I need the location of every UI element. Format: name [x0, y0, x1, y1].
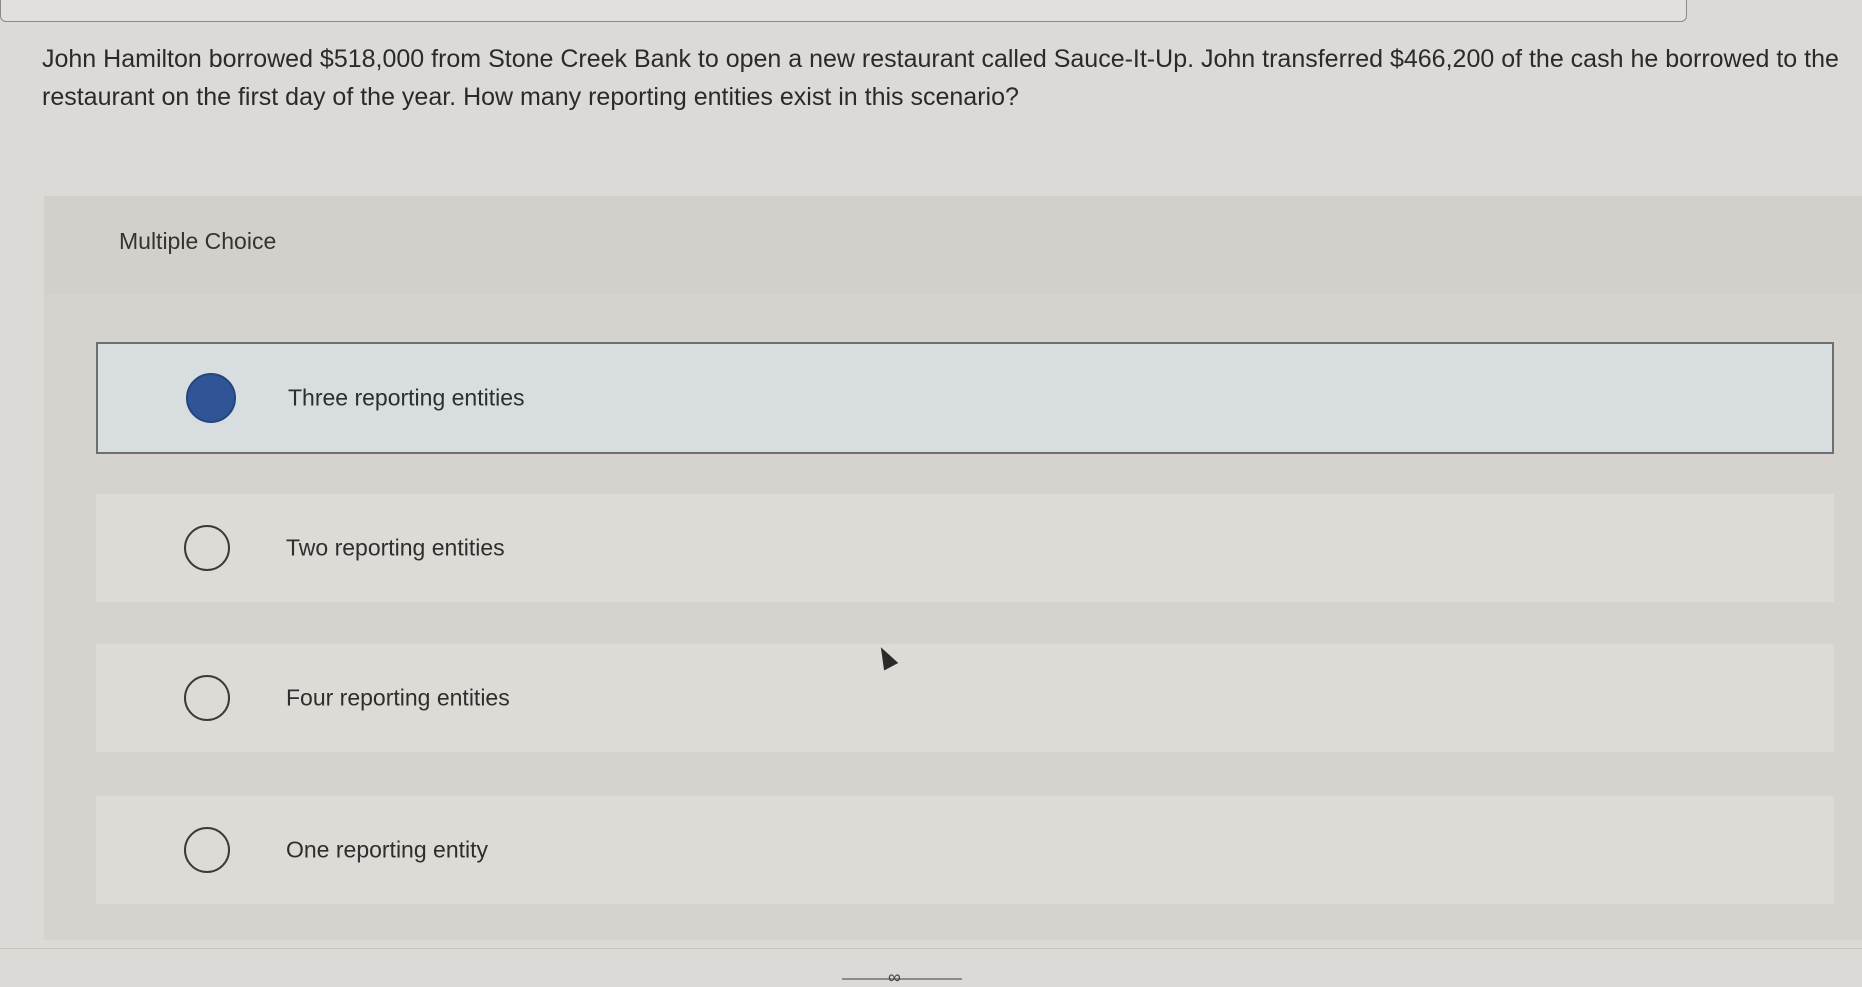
option-label: One reporting entity — [286, 836, 489, 863]
multiple-choice-panel: Multiple Choice Three reporting entities… — [44, 196, 1862, 940]
option-label: Three reporting entities — [288, 384, 525, 411]
radio-empty-icon[interactable] — [184, 827, 230, 873]
multiple-choice-header: Multiple Choice — [44, 196, 1862, 294]
radio-selected-icon[interactable] — [186, 373, 236, 423]
option-label: Two reporting entities — [286, 534, 505, 561]
radio-empty-icon[interactable] — [184, 525, 230, 571]
option-one-reporting-entity[interactable]: One reporting entity — [96, 796, 1834, 904]
link-icon[interactable]: ∞ — [888, 968, 901, 986]
multiple-choice-title: Multiple Choice — [119, 228, 277, 254]
bottom-tab-line — [842, 978, 962, 980]
option-four-reporting-entities[interactable]: Four reporting entities — [96, 644, 1834, 752]
option-three-reporting-entities[interactable]: Three reporting entities — [96, 342, 1834, 454]
bottom-divider — [0, 948, 1862, 949]
question-text: John Hamilton borrowed $518,000 from Sto… — [42, 45, 1839, 111]
option-two-reporting-entities[interactable]: Two reporting entities — [96, 494, 1834, 602]
option-label: Four reporting entities — [286, 684, 510, 711]
top-frame — [0, 0, 1687, 22]
radio-empty-icon[interactable] — [184, 675, 230, 721]
